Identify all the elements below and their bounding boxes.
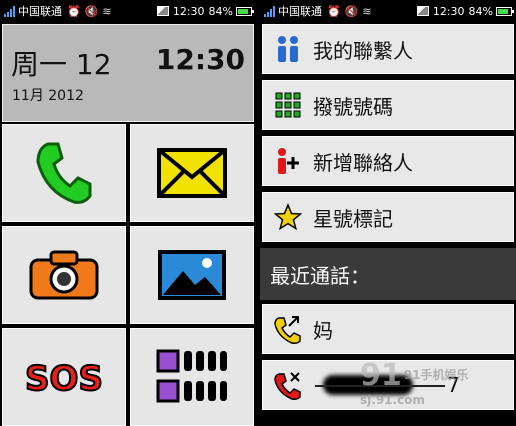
battery-icon [236, 6, 254, 16]
phone-tile[interactable] [2, 124, 126, 222]
alarm-icon: ⏰ [67, 4, 81, 18]
alarm-icon: ⏰ [327, 4, 341, 18]
signal-icon [264, 5, 275, 17]
mute-icon: 🔇 [84, 4, 99, 18]
carrier-name: 中国联通 [278, 5, 322, 18]
camera-tile[interactable] [2, 226, 126, 324]
gallery-tile[interactable] [130, 226, 254, 324]
status-time: 12:30 [432, 4, 465, 18]
signal-icon [4, 5, 15, 17]
recent-calls-header: 最近通話： [260, 248, 516, 300]
menu-label: 新增聯絡人 [313, 150, 413, 175]
image-notification-icon [156, 6, 169, 16]
sos-tile[interactable]: SOS [2, 328, 126, 426]
wifi-icon: ≋ [362, 4, 372, 18]
status-bar: 中国联通 ⏰ 🔇 ≋ 12:30 84% [260, 0, 516, 22]
sos-label: SOS [25, 359, 103, 399]
mute-icon: 🔇 [344, 4, 359, 18]
watermark-brand: 91手机娱乐 [403, 368, 469, 382]
recent-call-name: 妈 [313, 318, 333, 343]
menu-label: 我的聯繫人 [313, 38, 413, 63]
menu-label: 撥號號碼 [313, 94, 393, 119]
contacts-icon [278, 36, 298, 62]
home-screen: 中国联通 ⏰ 🔇 ≋ 12:30 84% 周一 12 12:30 11月 201… [0, 0, 256, 426]
status-bar: 中国联通 ⏰ 🔇 ≋ 12:30 84% [0, 0, 256, 22]
menu-my-contacts[interactable]: 我的聯繫人 [262, 24, 514, 74]
battery-percent: 84% [468, 4, 493, 18]
envelope-icon [157, 148, 227, 198]
clock-day: 周一 12 [11, 48, 112, 81]
watermark-site: sj.91.com [360, 393, 425, 407]
clock-widget[interactable]: 周一 12 12:30 11月 2012 [2, 24, 254, 122]
status-time: 12:30 [172, 4, 205, 18]
battery-fill [498, 8, 509, 14]
star-icon [274, 203, 302, 231]
recent-calls-title: 最近通話： [270, 263, 370, 288]
battery-icon [496, 6, 514, 16]
battery-percent: 84% [208, 4, 233, 18]
watermark: 91 91手机娱乐 sj.91.com [360, 358, 468, 407]
missed-call-icon [274, 372, 301, 400]
add-contact-icon [278, 148, 299, 174]
menu-label: 星號標記 [313, 206, 393, 231]
carrier-name: 中国联通 [18, 5, 62, 18]
clock-date: 11月 2012 [12, 88, 84, 104]
image-notification-icon [416, 6, 429, 16]
contacts-screen: 中国联通 ⏰ 🔇 ≋ 12:30 84% 我的聯繫人 撥號號碼 新增聯絡人 星號… [260, 0, 516, 426]
messages-tile[interactable] [130, 124, 254, 222]
recent-call-item[interactable]: 妈 [262, 304, 514, 354]
menu-add-contact[interactable]: 新增聯絡人 [262, 136, 514, 186]
gallery-icon [158, 250, 226, 300]
dialpad-icon [275, 92, 301, 118]
apps-grid-icon [156, 349, 227, 403]
apps-tile[interactable] [130, 328, 254, 426]
clock-time: 12:30 [155, 43, 245, 76]
outgoing-call-icon [274, 316, 301, 344]
wifi-icon: ≋ [102, 4, 112, 18]
phone-icon [36, 142, 92, 204]
menu-dialpad[interactable]: 撥號號碼 [262, 80, 514, 130]
watermark-mark: 91 [360, 358, 402, 393]
sos-icon: SOS [24, 358, 104, 400]
battery-fill [238, 8, 249, 14]
menu-starred[interactable]: 星號標記 [262, 192, 514, 242]
camera-icon [29, 250, 99, 300]
